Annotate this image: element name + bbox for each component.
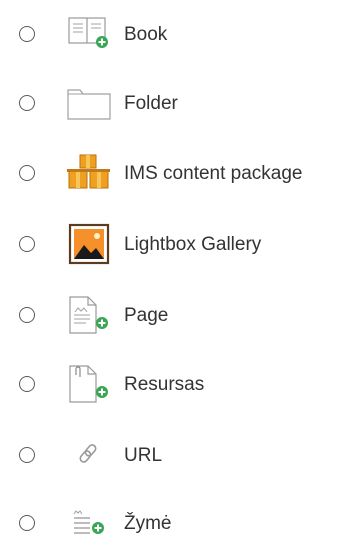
activity-option-folder[interactable]: Folder	[0, 78, 340, 130]
label-icon	[64, 501, 114, 547]
radio-button[interactable]	[19, 236, 35, 252]
radio-button[interactable]	[19, 515, 35, 531]
activity-label: Lightbox Gallery	[124, 234, 262, 255]
radio-button[interactable]	[19, 447, 35, 463]
page-icon	[64, 293, 114, 339]
resource-icon	[64, 362, 114, 408]
book-icon	[64, 12, 114, 58]
activity-label: Book	[124, 24, 168, 45]
activity-option-ims-content-package[interactable]: IMS content package	[0, 148, 340, 200]
ims-package-icon	[64, 151, 114, 197]
radio-button[interactable]	[19, 376, 35, 392]
activity-option-book[interactable]: Book	[0, 9, 340, 61]
activity-label: IMS content package	[124, 163, 303, 184]
radio-button[interactable]	[19, 307, 35, 323]
activity-option-resursas[interactable]: Resursas	[0, 359, 340, 411]
radio-button[interactable]	[19, 26, 35, 42]
activity-option-lightbox-gallery[interactable]: Lightbox Gallery	[0, 219, 340, 271]
link-icon	[64, 433, 114, 479]
radio-button[interactable]	[19, 95, 35, 111]
radio-button[interactable]	[19, 165, 35, 181]
activity-label: URL	[124, 445, 163, 466]
activity-label: Page	[124, 305, 169, 326]
activity-option-page[interactable]: Page	[0, 290, 340, 342]
folder-icon	[64, 81, 114, 127]
activity-option-zyme[interactable]: Žymė	[0, 498, 340, 550]
activity-label: Folder	[124, 93, 178, 114]
activity-chooser-list: Book Folder IMS content package Lightbox…	[0, 0, 340, 541]
gallery-icon	[64, 222, 114, 268]
activity-label: Žymė	[124, 513, 172, 534]
activity-option-url[interactable]: URL	[0, 430, 340, 482]
activity-label: Resursas	[124, 374, 205, 395]
